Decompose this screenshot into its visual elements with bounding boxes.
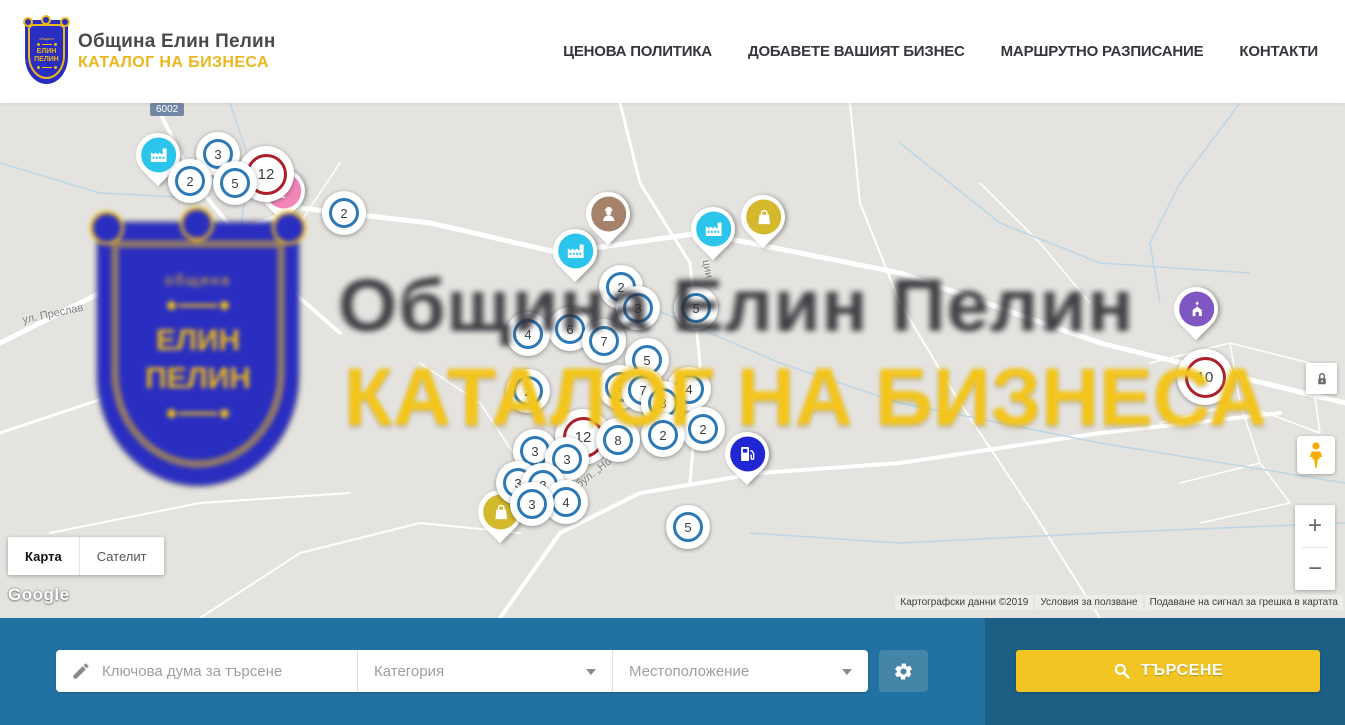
factory-icon bbox=[558, 234, 593, 269]
cluster-count: 2 bbox=[186, 174, 193, 189]
lock-icon bbox=[1313, 370, 1331, 388]
map-cluster-marker[interactable]: 5 bbox=[666, 505, 710, 549]
map-cluster-marker[interactable]: 8 bbox=[596, 418, 640, 462]
nav-contacts[interactable]: КОНТАКТИ bbox=[1239, 43, 1318, 60]
lock-button[interactable] bbox=[1306, 363, 1337, 394]
cluster-count: 3 bbox=[214, 147, 221, 162]
site-title: Община Елин Пелин bbox=[78, 31, 276, 54]
map-type-satellite-button[interactable]: Сателит bbox=[79, 537, 164, 575]
terms-of-use-link[interactable]: Условия за ползване bbox=[1035, 595, 1142, 610]
search-button-label: ТЪРСЕНЕ bbox=[1141, 662, 1224, 680]
map-cluster-marker[interactable]: 5 bbox=[213, 161, 257, 205]
cluster-count: 4 bbox=[562, 495, 569, 510]
cluster-count: 4 bbox=[685, 382, 692, 397]
brand[interactable]: община ЕЛИН ПЕЛИН Община Елин Пелин КАТА… bbox=[25, 20, 276, 84]
pencil-icon bbox=[71, 661, 91, 681]
cluster-count: 3 bbox=[634, 301, 641, 316]
attribution-copyright: Картографски данни ©2019 bbox=[895, 595, 1033, 610]
logo-top-text: община bbox=[39, 36, 53, 41]
pegman-icon bbox=[1304, 441, 1328, 469]
nav-route-schedule[interactable]: МАРШРУТНО РАЗПИСАНИЕ bbox=[1001, 43, 1204, 60]
logo-ornament bbox=[41, 15, 51, 25]
map-cluster-marker[interactable]: 10 bbox=[1177, 349, 1233, 405]
cluster-count: 3 bbox=[528, 497, 535, 512]
header: община ЕЛИН ПЕЛИН Община Елин Пелин КАТА… bbox=[0, 0, 1345, 103]
cluster-count: 7 bbox=[600, 334, 607, 349]
cluster-count: 8 bbox=[614, 433, 621, 448]
keyword-search-input[interactable] bbox=[56, 650, 357, 692]
zoom-control: + − bbox=[1295, 505, 1335, 590]
search-button[interactable]: ТЪРСЕНЕ bbox=[1016, 650, 1320, 692]
cluster-count: 8 bbox=[659, 396, 666, 411]
factory-icon bbox=[696, 212, 731, 247]
category-select[interactable] bbox=[358, 650, 612, 692]
map-cluster-marker[interactable]: 7 bbox=[582, 319, 626, 363]
cluster-count: 2 bbox=[340, 206, 347, 221]
cluster-count: 4 bbox=[524, 327, 531, 342]
map-cluster-marker[interactable]: 3 bbox=[510, 482, 554, 526]
search-fields-group bbox=[56, 650, 868, 692]
cluster-count: 2 bbox=[524, 384, 531, 399]
cluster-count: 3 bbox=[531, 444, 538, 459]
map-pin-factory[interactable] bbox=[691, 207, 735, 251]
bag-icon bbox=[746, 200, 781, 235]
map-cluster-marker[interactable]: 3 bbox=[616, 286, 660, 330]
map-pin-factory[interactable] bbox=[553, 229, 597, 273]
map-pin-fuel[interactable] bbox=[725, 432, 769, 476]
cluster-count: 5 bbox=[231, 176, 238, 191]
church-icon bbox=[1179, 292, 1214, 327]
cluster-count: 3 bbox=[563, 452, 570, 467]
municipality-logo: община ЕЛИН ПЕЛИН bbox=[25, 20, 68, 84]
cluster-count: 5 bbox=[692, 301, 699, 316]
worker-icon bbox=[591, 197, 626, 232]
map-canvas[interactable]: 6002 ул. Преславбул. „Новоселции 3122522… bbox=[0, 103, 1345, 618]
map-cluster-marker[interactable]: 2 bbox=[641, 413, 685, 457]
map-cluster-marker[interactable]: 4 bbox=[506, 312, 550, 356]
map-attribution: Картографски данни ©2019 Условия за полз… bbox=[895, 595, 1343, 610]
map-cluster-marker[interactable]: 5 bbox=[674, 286, 718, 330]
map-cluster-marker[interactable]: 2 bbox=[168, 159, 212, 203]
cluster-count: 2 bbox=[699, 422, 706, 437]
map-type-control: Карта Сателит bbox=[8, 537, 164, 575]
cluster-count: 5 bbox=[643, 353, 650, 368]
site-subtitle: КАТАЛОГ НА БИЗНЕСА bbox=[78, 53, 276, 72]
search-icon bbox=[1113, 662, 1131, 680]
map-type-map-button[interactable]: Карта bbox=[8, 537, 79, 575]
fuel-icon bbox=[730, 437, 765, 472]
advanced-settings-button[interactable] bbox=[879, 650, 928, 692]
zoom-in-button[interactable]: + bbox=[1295, 505, 1335, 547]
zoom-out-button[interactable]: − bbox=[1295, 548, 1335, 590]
map-cluster-marker[interactable]: 2 bbox=[506, 369, 550, 413]
cluster-count: 12 bbox=[258, 166, 275, 183]
factory-icon bbox=[141, 138, 176, 173]
logo-main-text: ЕЛИН ПЕЛИН bbox=[30, 48, 64, 64]
pegman-button[interactable] bbox=[1297, 436, 1335, 474]
logo-ornament bbox=[23, 17, 33, 27]
cluster-count: 5 bbox=[684, 520, 691, 535]
report-map-error-link[interactable]: Подаване на сигнал за грешка в картата bbox=[1145, 595, 1343, 610]
cluster-count: 6 bbox=[566, 322, 573, 337]
map-pin-bag[interactable] bbox=[741, 195, 785, 239]
cluster-count: 10 bbox=[1197, 369, 1214, 386]
route-number-shield: 6002 bbox=[150, 103, 184, 116]
nav-add-your-business[interactable]: ДОБАВЕТЕ ВАШИЯТ БИЗНЕС bbox=[748, 43, 965, 60]
gear-icon bbox=[893, 661, 914, 682]
location-select[interactable] bbox=[613, 650, 868, 692]
cluster-count: 2 bbox=[659, 428, 666, 443]
google-logo[interactable]: Google bbox=[8, 585, 70, 605]
main-nav: ЦЕНОВА ПОЛИТИКА ДОБАВЕТЕ ВАШИЯТ БИЗНЕС М… bbox=[563, 43, 1320, 60]
logo-ornament bbox=[60, 17, 70, 27]
nav-pricing-policy[interactable]: ЦЕНОВА ПОЛИТИКА bbox=[563, 43, 712, 60]
map-cluster-marker[interactable]: 2 bbox=[322, 191, 366, 235]
search-bar: ТЪРСЕНЕ bbox=[0, 618, 1345, 725]
map-pin-church[interactable] bbox=[1174, 287, 1218, 331]
map-cluster-marker[interactable]: 2 bbox=[681, 407, 725, 451]
